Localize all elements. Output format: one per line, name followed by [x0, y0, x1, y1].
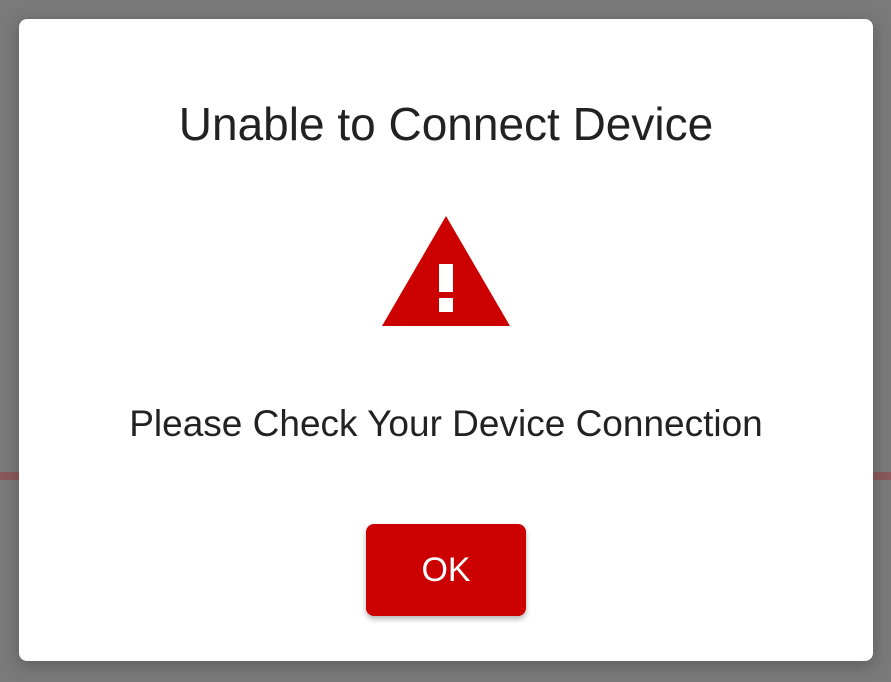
dialog-message: Please Check Your Device Connection [129, 403, 763, 444]
ok-button[interactable]: OK [366, 524, 526, 616]
dialog-title: Unable to Connect Device [178, 98, 714, 150]
warning-icon [382, 216, 510, 328]
error-dialog: Unable to Connect Device Please Check Yo… [19, 19, 873, 661]
